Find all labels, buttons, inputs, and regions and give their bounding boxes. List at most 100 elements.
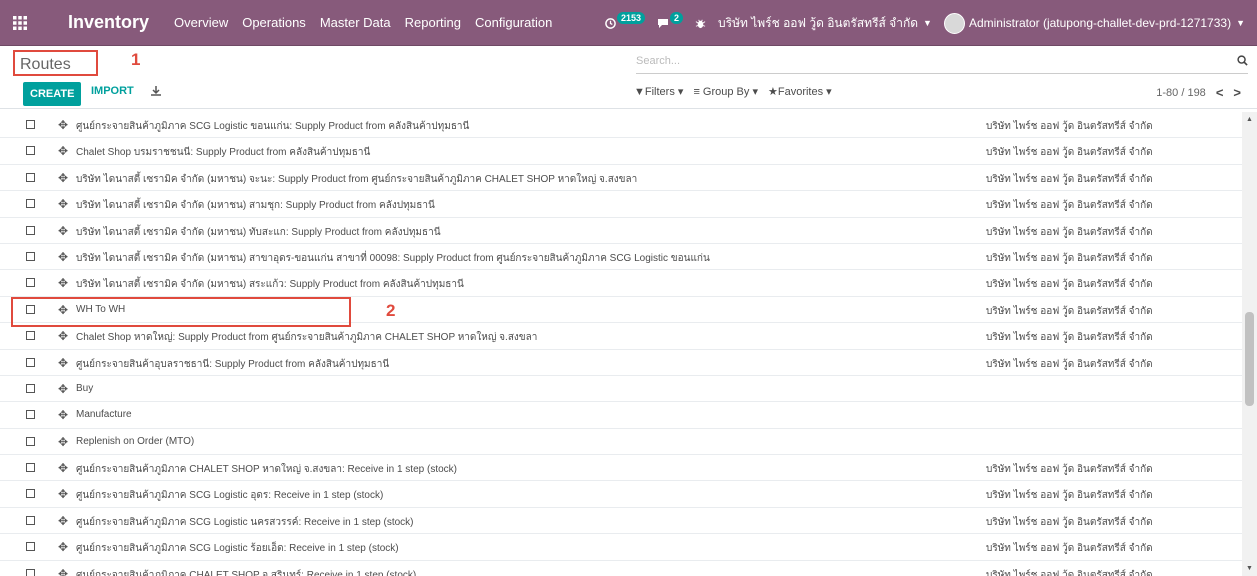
route-company: บริษัท ไพร์ช ออฟ วู้ด อินตรัสทรีส์ จำกัด [986, 358, 1153, 370]
row-checkbox[interactable] [26, 489, 35, 499]
menu-overview[interactable]: Overview [167, 15, 235, 30]
row-checkbox[interactable] [26, 436, 35, 446]
row-checkbox[interactable] [26, 146, 35, 156]
table-row[interactable]: ✥ Manufacture [0, 402, 1242, 429]
import-button[interactable]: IMPORT [91, 85, 134, 97]
drag-handle-icon[interactable]: ✥ [58, 487, 68, 501]
route-name: บริษัท ไดนาสตี้ เซรามิค จำกัด (มหาชน) สา… [76, 200, 435, 212]
row-checkbox[interactable] [26, 542, 35, 552]
table-row[interactable]: ✥ บริษัท ไดนาสตี้ เซรามิค จำกัด (มหาชน) ส… [0, 270, 1242, 297]
scrollbar-thumb[interactable] [1245, 312, 1254, 406]
pager: 1-80 / 198 < > [1156, 85, 1241, 100]
row-checkbox[interactable] [26, 515, 35, 525]
drag-handle-icon[interactable]: ✥ [58, 303, 68, 317]
table-row[interactable]: ✥ บริษัท ไดนาสตี้ เซรามิค จำกัด (มหาชน) ส… [0, 191, 1242, 218]
list-scrollbar[interactable]: ▲ ▼ [1242, 112, 1257, 576]
drag-handle-icon[interactable]: ✥ [58, 250, 68, 264]
table-row[interactable]: ✥ ศูนย์กระจายสินค้าภูมิภาค SCG Logistic อ… [0, 481, 1242, 508]
table-row[interactable]: ✥ ศูนย์กระจายสินค้าภูมิภาค SCG Logistic ร… [0, 534, 1242, 561]
row-checkbox[interactable] [26, 120, 35, 129]
row-checkbox[interactable] [26, 568, 35, 576]
app-title[interactable]: Inventory [68, 12, 149, 33]
row-checkbox[interactable] [26, 278, 35, 288]
pager-value[interactable]: 1-80 / 198 [1156, 87, 1206, 99]
drag-handle-icon[interactable]: ✥ [58, 461, 68, 475]
caret-down-icon: ▼ [923, 18, 932, 28]
drag-handle-icon[interactable]: ✥ [58, 356, 68, 370]
row-checkbox[interactable] [26, 199, 35, 209]
table-row[interactable]: ✥ Chalet Shop หาดใหญ่: Supply Product fro… [0, 323, 1242, 350]
table-row[interactable]: ✥ ศูนย์กระจายสินค้าภูมิภาค SCG Logistic ข… [0, 112, 1242, 139]
bug-icon [695, 19, 706, 28]
pager-previous-icon[interactable]: < [1216, 85, 1224, 100]
table-row[interactable]: ✥ บริษัท ไดนาสตี้ เซรามิค จำกัด (มหาชน) จ… [0, 165, 1242, 192]
menu-configuration[interactable]: Configuration [468, 15, 559, 30]
drag-handle-icon[interactable]: ✥ [58, 540, 68, 554]
row-checkbox[interactable] [26, 304, 35, 314]
favorites-dropdown[interactable]: ★Favorites ▾ [768, 85, 832, 98]
search-input[interactable]: Search... [636, 54, 1248, 74]
clock-icon [605, 17, 616, 29]
download-icon[interactable] [150, 84, 162, 102]
row-checkbox[interactable] [26, 225, 35, 235]
control-panel: Routes Search... CREATE IMPORT ▼Filters … [0, 46, 1257, 109]
drag-handle-icon[interactable]: ✥ [58, 567, 68, 576]
row-checkbox[interactable] [26, 463, 35, 473]
drag-handle-icon[interactable]: ✥ [58, 224, 68, 238]
drag-handle-icon[interactable]: ✥ [58, 197, 68, 211]
main-menu: Overview Operations Master Data Reportin… [167, 15, 559, 30]
route-name: Buy [76, 382, 94, 394]
row-checkbox[interactable] [26, 172, 35, 182]
drag-handle-icon[interactable]: ✥ [58, 276, 68, 290]
route-name: Manufacture [76, 409, 132, 421]
pager-next-icon[interactable]: > [1233, 85, 1241, 100]
table-row[interactable]: ✥ ศูนย์กระจายสินค้าภูมิภาค SCG Logistic น… [0, 508, 1242, 535]
activity-button[interactable]: 2153 [605, 12, 645, 29]
route-name: WH To WH [76, 303, 126, 315]
row-checkbox[interactable] [26, 383, 35, 393]
user-menu[interactable]: Administrator (jatupong-challet-dev-prd-… [943, 12, 1245, 34]
table-row[interactable]: ✥ ศูนย์กระจายสินค้าภูมิภาค CHALET SHOP หา… [0, 455, 1242, 482]
search-placeholder: Search... [636, 55, 681, 67]
table-row[interactable]: ✥ ศูนย์กระจายสินค้าภูมิภาค CHALET SHOP จ.… [0, 561, 1242, 576]
drag-handle-icon[interactable]: ✥ [58, 171, 68, 185]
row-checkbox[interactable] [26, 357, 35, 367]
route-name: Chalet Shop บรมราชชนนี: Supply Product f… [76, 147, 371, 159]
route-company: บริษัท ไพร์ช ออฟ วู้ด อินตรัสทรีส์ จำกัด [986, 279, 1153, 291]
scroll-up-icon[interactable]: ▲ [1246, 116, 1253, 123]
drag-handle-icon[interactable]: ✥ [58, 514, 68, 528]
row-checkbox[interactable] [26, 251, 35, 261]
table-row[interactable]: ✥ Replenish on Order (MTO) [0, 429, 1242, 456]
table-row[interactable]: ✥ WH To WH บริษัท ไพร์ช ออฟ วู้ด อินตรัสทร… [0, 297, 1242, 324]
menu-master-data[interactable]: Master Data [313, 15, 398, 30]
groupby-dropdown[interactable]: ≡ Group By ▾ [693, 85, 758, 98]
drag-handle-icon[interactable]: ✥ [58, 408, 68, 422]
menu-operations[interactable]: Operations [235, 15, 313, 30]
table-row[interactable]: ✥ บริษัท ไดนาสตี้ เซรามิค จำกัด (มหาชน) ส… [0, 244, 1242, 271]
create-button[interactable]: CREATE [23, 82, 82, 106]
row-checkbox[interactable] [26, 331, 35, 341]
table-row[interactable]: ✥ ศูนย์กระจายสินค้าอุบลราชธานี: Supply Pr… [0, 350, 1242, 376]
search-icon[interactable] [1237, 55, 1248, 69]
drag-handle-icon[interactable]: ✥ [58, 329, 68, 343]
messaging-button[interactable]: 2 [657, 12, 683, 29]
route-name: ศูนย์กระจายสินค้าภูมิภาค CHALET SHOP จ.ส… [76, 569, 417, 576]
filters-dropdown[interactable]: ▼Filters ▾ [634, 85, 683, 98]
menu-reporting[interactable]: Reporting [398, 15, 468, 30]
scroll-down-icon[interactable]: ▼ [1246, 565, 1253, 572]
company-name: บริษัท ไพร์ช ออฟ วู้ด อินตรัสทรีส์ จำกัด [718, 15, 919, 30]
route-name: ศูนย์กระจายสินค้าภูมิภาค SCG Logistic นค… [76, 516, 414, 528]
table-row[interactable]: ✥ Chalet Shop บรมราชชนนี: Supply Product … [0, 138, 1242, 165]
drag-handle-icon[interactable]: ✥ [58, 118, 68, 132]
drag-handle-icon[interactable]: ✥ [58, 144, 68, 158]
drag-handle-icon[interactable]: ✥ [58, 435, 68, 449]
apps-menu-icon[interactable] [0, 0, 40, 46]
route-name: ศูนย์กระจายสินค้าอุบลราชธานี: Supply Pro… [76, 358, 390, 370]
table-row[interactable]: ✥ บริษัท ไดนาสตี้ เซรามิค จำกัด (มหาชน) ท… [0, 218, 1242, 244]
company-switcher[interactable]: บริษัท ไพร์ช ออฟ วู้ด อินตรัสทรีส์ จำกัด… [718, 14, 932, 33]
debug-button[interactable] [695, 18, 706, 29]
route-company: บริษัท ไพร์ช ออฟ วู้ด อินตรัสทรีส์ จำกัด [986, 332, 1153, 344]
table-row[interactable]: ✥ Buy [0, 376, 1242, 403]
drag-handle-icon[interactable]: ✥ [58, 382, 68, 396]
row-checkbox[interactable] [26, 410, 35, 420]
